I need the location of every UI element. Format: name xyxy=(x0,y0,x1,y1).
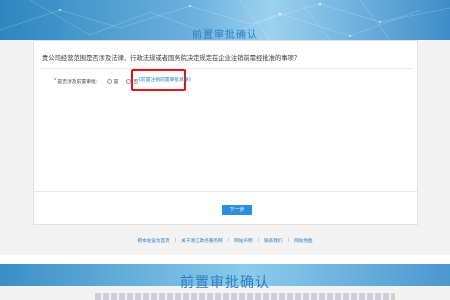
radio-yes-label[interactable]: 是 xyxy=(114,78,119,85)
page-title-2: 前置审批确认 xyxy=(180,275,270,291)
required-mark: * xyxy=(54,78,57,84)
second-panel: 前置审批确认 xyxy=(0,264,450,300)
next-button[interactable]: 下一步 xyxy=(222,205,252,215)
field-label: 是否涉及前置审批： xyxy=(57,79,101,85)
footer-link-homepage[interactable]: 把本站设为首页 xyxy=(138,238,170,244)
divider xyxy=(40,68,412,69)
approval-field-row: * 是否涉及前置审批： 是 否 xyxy=(54,75,140,87)
footer-link-contact[interactable]: 联系我们 xyxy=(264,238,282,244)
main-panel: 前置审批确认 贵公司经营范围是否涉及法律、行政法规或者国务院决定规定在企业注销前… xyxy=(0,0,450,255)
question-text: 贵公司经营范围是否涉及法律、行政法规或者国务院决定规定在企业注销前需经批准的事项… xyxy=(42,55,301,62)
footer-link-about[interactable]: 关于浙江政务服务网 xyxy=(181,238,222,244)
footer-links: 把本站设为首页 | 关于浙江政务服务网 | 网站声明 | 联系我们 | 网站地图 xyxy=(137,238,313,244)
radio-yes[interactable] xyxy=(106,78,112,84)
footer-link-statement[interactable]: 网站声明 xyxy=(234,238,252,244)
panel-gap xyxy=(0,255,450,264)
cropped-question-text xyxy=(95,293,395,300)
form-card: 贵公司经营范围是否涉及法律、行政法规或者国务院决定规定在企业注销前需经批准的事项… xyxy=(33,40,418,225)
footer-link-sitemap[interactable]: 网站地图 xyxy=(294,238,312,244)
approval-catalog-link[interactable]: 《前置注销前置审批目录》 xyxy=(136,76,194,83)
screenshot: 前置审批确认 贵公司经营范围是否涉及法律、行政法规或者国务院决定规定在企业注销前… xyxy=(0,0,450,300)
page-title: 前置审批确认 xyxy=(192,30,258,41)
divider xyxy=(34,191,417,192)
